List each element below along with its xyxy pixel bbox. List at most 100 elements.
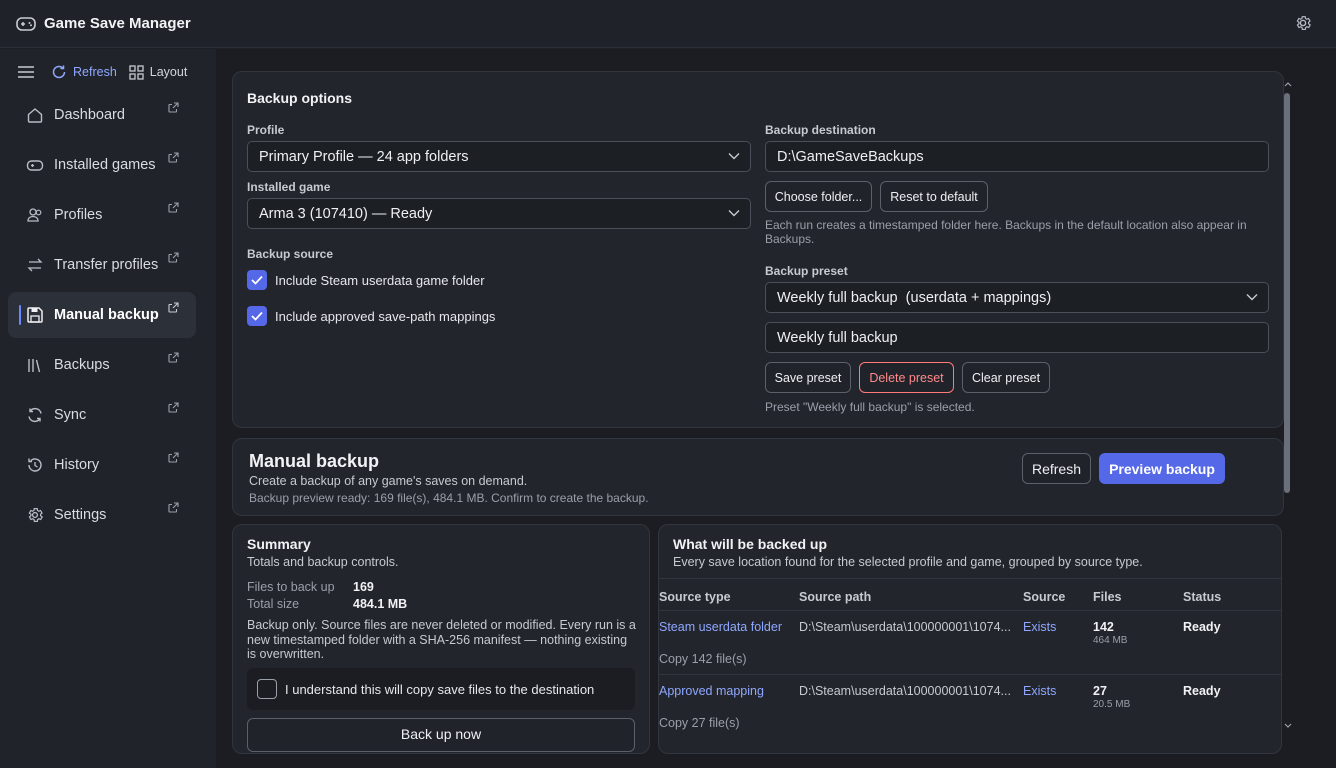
backup-source-label: Backup source: [247, 247, 334, 261]
row2-size: 20.5 MB: [1093, 699, 1131, 710]
row1-note: Copy 142 file(s): [659, 652, 747, 666]
external-link-icon: [168, 351, 179, 363]
sidebar-item-label: Sync: [54, 407, 87, 423]
row1-source-link[interactable]: Exists: [1023, 620, 1056, 634]
save-preset-button[interactable]: Save preset: [765, 362, 851, 393]
backup-preset-label: Backup preset: [765, 264, 848, 278]
preset-name-input[interactable]: Weekly full backup: [765, 322, 1269, 353]
refresh-icon: [52, 65, 66, 79]
sidebar-toolbar: Refresh Layout: [0, 49, 216, 95]
backup-status: Backup preview ready: 169 file(s), 484.1…: [249, 491, 649, 505]
grid-icon: [129, 64, 144, 80]
sidebar-item-label: Transfer profiles: [54, 257, 159, 273]
col-files: Files: [1093, 590, 1122, 604]
col-source-type: Source type: [659, 590, 731, 604]
sidebar-item-label: History: [54, 457, 100, 473]
sidebar-item-label: Backups: [54, 357, 110, 373]
external-link-icon: [168, 451, 179, 463]
sidebar-layout-button[interactable]: Layout: [129, 64, 188, 80]
history-icon: [26, 456, 44, 474]
refresh-button[interactable]: Refresh: [1022, 453, 1091, 484]
checkbox-checked-icon: [247, 306, 267, 326]
sidebar-item-history[interactable]: History: [8, 442, 196, 488]
size-label: Total size: [247, 597, 300, 611]
scrollbar-thumb[interactable]: [1284, 93, 1290, 493]
row2-files: 27: [1093, 684, 1107, 698]
sidebar-item-backups[interactable]: Backups: [8, 342, 196, 388]
include-userdata-checkbox[interactable]: Include Steam userdata game folder: [247, 270, 485, 290]
sidebar-item-settings[interactable]: Settings: [8, 492, 196, 538]
sidebar-item-label: Dashboard: [54, 107, 125, 123]
checkbox-checked-icon: [247, 270, 267, 290]
size-value: 484.1 MB: [353, 597, 408, 611]
what-card: What will be backed up Every save locati…: [658, 524, 1282, 754]
sidebar-item-label: Installed games: [54, 157, 156, 173]
what-subtitle: Every save location found for the select…: [673, 555, 1143, 569]
main-content: Backup options Profile Primary Profile —…: [216, 49, 1336, 768]
summary-card: Summary Totals and backup controls. File…: [232, 524, 650, 754]
app-title: Game Save Manager: [44, 15, 191, 32]
external-link-icon: [168, 251, 179, 263]
sidebar-item-installed-games[interactable]: Installed games: [8, 142, 196, 188]
external-link-icon: [168, 201, 179, 213]
installed-game-select-value: Arma 3 (107410) — Ready: [259, 205, 433, 222]
backup-preset-select[interactable]: Weekly full backup (userdata + mappings): [765, 282, 1269, 313]
clear-preset-button[interactable]: Clear preset: [962, 362, 1050, 393]
delete-preset-button[interactable]: Delete preset: [859, 362, 954, 393]
reset-default-button[interactable]: Reset to default: [880, 181, 988, 212]
transfer-icon: [26, 256, 44, 274]
gamepad-icon: [16, 16, 36, 32]
row2-source-path: D:\Steam\userdata\100000001\1074...: [799, 684, 1011, 698]
col-source: Source: [1023, 590, 1066, 604]
confirm-checkbox[interactable]: I understand this will copy save files t…: [257, 679, 594, 699]
layout-label: Layout: [149, 65, 188, 79]
installed-game-select[interactable]: Arma 3 (107410) — Ready: [247, 198, 751, 229]
row2-status: Ready: [1183, 684, 1221, 698]
settings-gear-icon[interactable]: [1294, 14, 1314, 34]
refresh-label: Refresh: [73, 65, 117, 79]
divider: [659, 674, 1281, 675]
row1-status: Ready: [1183, 620, 1221, 634]
row2-source-type-link[interactable]: Approved mapping: [659, 684, 764, 698]
include-userdata-label: Include Steam userdata game folder: [275, 272, 485, 288]
sidebar-item-manual-backup[interactable]: Manual backup: [8, 292, 196, 338]
sidebar-refresh-button[interactable]: Refresh: [51, 64, 117, 80]
row1-source-type-link[interactable]: Steam userdata folder: [659, 620, 782, 634]
destination-hint: Each run creates a timestamped folder he…: [765, 218, 1247, 246]
sidebar-item-sync[interactable]: Sync: [8, 392, 196, 438]
chevron-down-icon: [728, 153, 740, 160]
row2-note: Copy 27 file(s): [659, 716, 740, 730]
sidebar-item-profiles[interactable]: Profiles: [8, 192, 196, 238]
sidebar-item-label: Settings: [54, 507, 107, 523]
backup-preset-select-value: Weekly full backup (userdata + mappings): [777, 289, 1052, 306]
include-mappings-label: Include approved save-path mappings: [275, 308, 496, 324]
row1-source-path: D:\Steam\userdata\100000001\1074...: [799, 620, 1011, 634]
col-source-path: Source path: [799, 590, 872, 604]
menu-icon[interactable]: [17, 65, 35, 79]
scroll-up-icon: [1284, 82, 1292, 87]
backup-destination-input[interactable]: D:\GameSaveBackups: [765, 141, 1269, 172]
row1-size: 464 MB: [1093, 635, 1128, 646]
sidebar-item-transfer-profiles[interactable]: Transfer profiles: [8, 242, 196, 288]
choose-folder-button[interactable]: Choose folder...: [765, 181, 872, 212]
save-icon: [26, 306, 44, 324]
profile-select[interactable]: Primary Profile — 24 app folders: [247, 141, 751, 172]
confirm-box: I understand this will copy save files t…: [247, 668, 635, 710]
home-icon: [26, 106, 44, 124]
backup-destination-label: Backup destination: [765, 123, 876, 137]
library-icon: [26, 356, 44, 374]
backup-options-card: Backup options Profile Primary Profile —…: [232, 71, 1284, 428]
summary-subtitle: Totals and backup controls.: [247, 555, 399, 569]
row2-source-link[interactable]: Exists: [1023, 684, 1056, 698]
preview-backup-button[interactable]: Preview backup: [1099, 453, 1225, 484]
files-label: Files to back up: [247, 580, 335, 594]
back-up-now-button[interactable]: Back up now: [247, 718, 635, 752]
col-status: Status: [1183, 590, 1222, 604]
sidebar-item-label: Manual backup: [54, 307, 159, 323]
sidebar-item-dashboard[interactable]: Dashboard: [8, 92, 196, 138]
installed-game-label: Installed game: [247, 180, 331, 194]
confirm-label: I understand this will copy save files t…: [285, 681, 595, 697]
profile-select-value: Primary Profile — 24 app folders: [259, 148, 469, 165]
include-mappings-checkbox[interactable]: Include approved save-path mappings: [247, 306, 495, 326]
backup-options-title: Backup options: [247, 90, 353, 106]
